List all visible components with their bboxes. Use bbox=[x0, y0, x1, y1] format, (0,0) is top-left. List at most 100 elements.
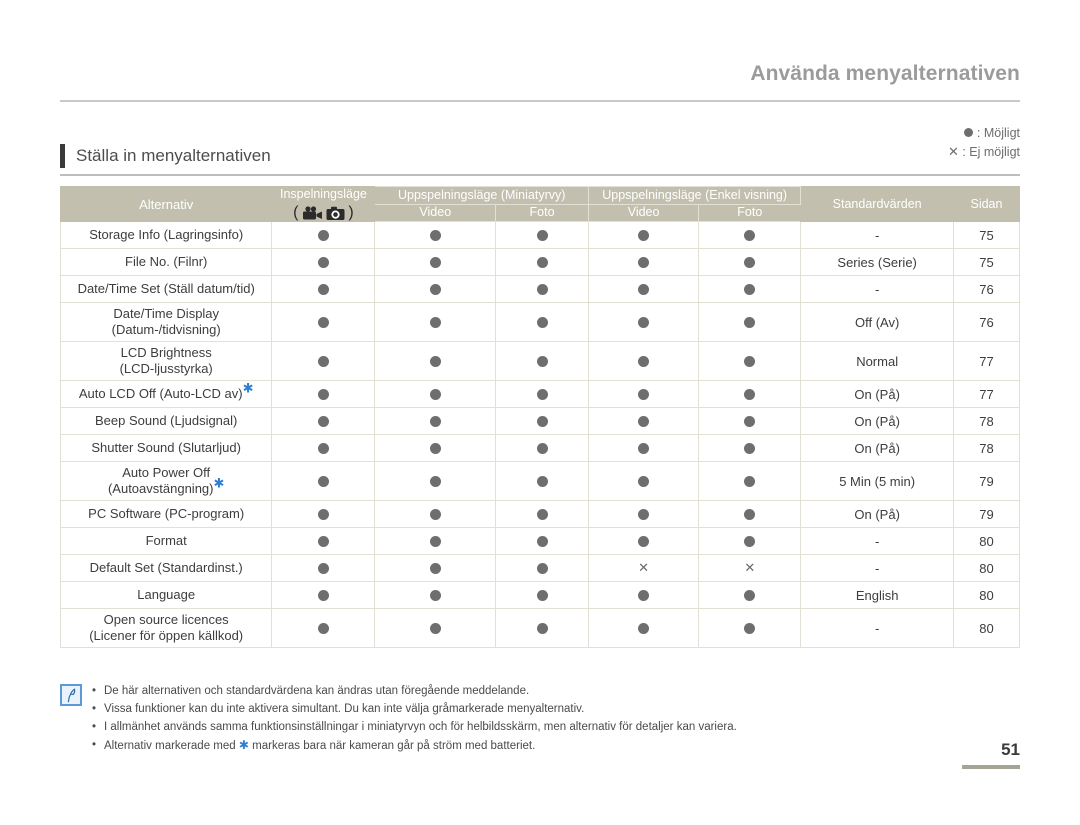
section-heading: Ställa in menyalternativen bbox=[60, 142, 271, 170]
cell-record-mode bbox=[271, 500, 376, 528]
table-row: Default Set (Standardinst.) ✕ ✕ -80 bbox=[59, 554, 1021, 582]
table-row: Auto Power Off (Autoavstängning)✱ 5 Min (5… bbox=[59, 461, 1021, 501]
paren-close: ) bbox=[348, 204, 354, 221]
filled-dot-icon bbox=[638, 475, 650, 487]
filled-dot-icon bbox=[536, 475, 548, 487]
cell-thumb-video bbox=[374, 221, 497, 249]
cell-single-video bbox=[587, 248, 700, 276]
cell-default-value: On (På) bbox=[800, 380, 954, 408]
cell-single-video bbox=[587, 221, 700, 249]
filled-dot-icon bbox=[317, 442, 329, 454]
cell-single-photo bbox=[698, 275, 802, 303]
cell-thumb-video bbox=[374, 380, 497, 408]
cell-page-number: 79 bbox=[952, 500, 1021, 528]
cell-thumb-video bbox=[374, 608, 497, 648]
table-row: PC Software (PC-program) On (På) 79 bbox=[59, 500, 1021, 528]
filled-dot-icon bbox=[429, 475, 441, 487]
filled-dot-icon bbox=[744, 415, 756, 427]
cell-record-mode bbox=[271, 581, 376, 609]
cell-thumb-video bbox=[374, 581, 497, 609]
filled-dot-icon bbox=[429, 508, 441, 520]
filled-dot-icon bbox=[536, 589, 548, 601]
camera-icon bbox=[326, 206, 345, 220]
cell-option: Auto LCD Off (Auto-LCD av)✱ bbox=[59, 380, 273, 408]
filled-dot-icon bbox=[744, 589, 756, 601]
document-page: Använda menyalternativen : Möjligt ✕ : E… bbox=[0, 0, 1080, 825]
cell-option: Date/Time Set (Ställ datum/tid) bbox=[59, 275, 273, 303]
cell-single-photo bbox=[698, 221, 802, 249]
filled-dot-icon bbox=[964, 128, 974, 138]
cell-record-mode bbox=[271, 554, 376, 582]
cell-single-video bbox=[587, 275, 700, 303]
filled-dot-icon bbox=[536, 622, 548, 634]
cell-single-video bbox=[587, 302, 700, 342]
filled-dot-icon bbox=[536, 388, 548, 400]
cell-thumb-photo bbox=[495, 275, 589, 303]
cell-page-number: 80 bbox=[952, 554, 1021, 582]
cell-single-photo: ✕ bbox=[698, 554, 802, 582]
cell-thumb-photo bbox=[495, 461, 589, 501]
x-mark-icon: ✕ bbox=[744, 560, 756, 575]
table-header-row-1: Alternativ Inspelningsläge () Uppspelni… bbox=[59, 186, 1021, 222]
table-body: Storage Info (Lagringsinfo) -75 File No. (… bbox=[59, 221, 1021, 648]
filled-dot-icon bbox=[317, 535, 329, 547]
cell-thumb-photo bbox=[495, 527, 589, 555]
section-accent-bar bbox=[60, 144, 65, 168]
cell-thumb-photo bbox=[495, 248, 589, 276]
filled-dot-icon bbox=[536, 508, 548, 520]
cell-thumb-photo bbox=[495, 434, 589, 462]
filled-dot-icon bbox=[317, 316, 329, 328]
filled-dot-icon bbox=[638, 415, 650, 427]
cell-default-value: Series (Serie) bbox=[800, 248, 954, 276]
paren-open: ( bbox=[293, 204, 299, 221]
cell-default-value: - bbox=[800, 527, 954, 555]
cell-single-photo bbox=[698, 434, 802, 462]
cell-thumb-video bbox=[374, 275, 497, 303]
cell-option: LCD Brightness (LCD-ljusstyrka) bbox=[59, 341, 273, 381]
battery-star-marker: ✱ bbox=[238, 738, 249, 752]
filled-dot-icon bbox=[638, 622, 650, 634]
cell-record-mode bbox=[271, 407, 376, 435]
battery-star-marker: ✱ bbox=[242, 380, 254, 396]
legend-possible: : Möjligt bbox=[948, 124, 1020, 143]
filled-dot-icon bbox=[744, 283, 756, 295]
cell-thumb-video bbox=[374, 434, 497, 462]
cell-single-video bbox=[587, 341, 700, 381]
filled-dot-icon bbox=[638, 355, 650, 367]
table-row: Beep Sound (Ljudsignal) On (På) 78 bbox=[59, 407, 1021, 435]
cell-thumb-video bbox=[374, 302, 497, 342]
cell-page-number: 80 bbox=[952, 608, 1021, 648]
filled-dot-icon bbox=[536, 229, 548, 241]
filled-dot-icon bbox=[317, 562, 329, 574]
cell-page-number: 78 bbox=[952, 434, 1021, 462]
filled-dot-icon bbox=[536, 283, 548, 295]
cell-default-value: - bbox=[800, 554, 954, 582]
cell-default-value: On (På) bbox=[800, 434, 954, 462]
cell-single-video bbox=[587, 581, 700, 609]
cell-record-mode bbox=[271, 527, 376, 555]
cell-record-mode bbox=[271, 608, 376, 648]
filled-dot-icon bbox=[429, 622, 441, 634]
battery-star-marker: ✱ bbox=[213, 475, 225, 491]
cell-single-photo bbox=[698, 248, 802, 276]
cell-thumb-photo bbox=[495, 608, 589, 648]
filled-dot-icon bbox=[638, 256, 650, 268]
cell-default-value: - bbox=[800, 608, 954, 648]
cell-thumb-video bbox=[374, 407, 497, 435]
filled-dot-icon bbox=[638, 316, 650, 328]
filled-dot-icon bbox=[429, 256, 441, 268]
x-mark-icon: ✕ bbox=[638, 560, 650, 575]
cell-thumb-video bbox=[374, 554, 497, 582]
cell-default-value: - bbox=[800, 221, 954, 249]
filled-dot-icon bbox=[744, 256, 756, 268]
legend: : Möjligt ✕ : Ej möjligt bbox=[948, 124, 1020, 162]
cell-single-video bbox=[587, 407, 700, 435]
cell-option: Shutter Sound (Slutarljud) bbox=[59, 434, 273, 462]
header-single-photo: Foto bbox=[698, 203, 802, 222]
cell-record-mode bbox=[271, 434, 376, 462]
cell-thumb-photo bbox=[495, 581, 589, 609]
cell-option: Default Set (Standardinst.) bbox=[59, 554, 273, 582]
filled-dot-icon bbox=[317, 283, 329, 295]
filled-dot-icon bbox=[536, 442, 548, 454]
filled-dot-icon bbox=[638, 508, 650, 520]
